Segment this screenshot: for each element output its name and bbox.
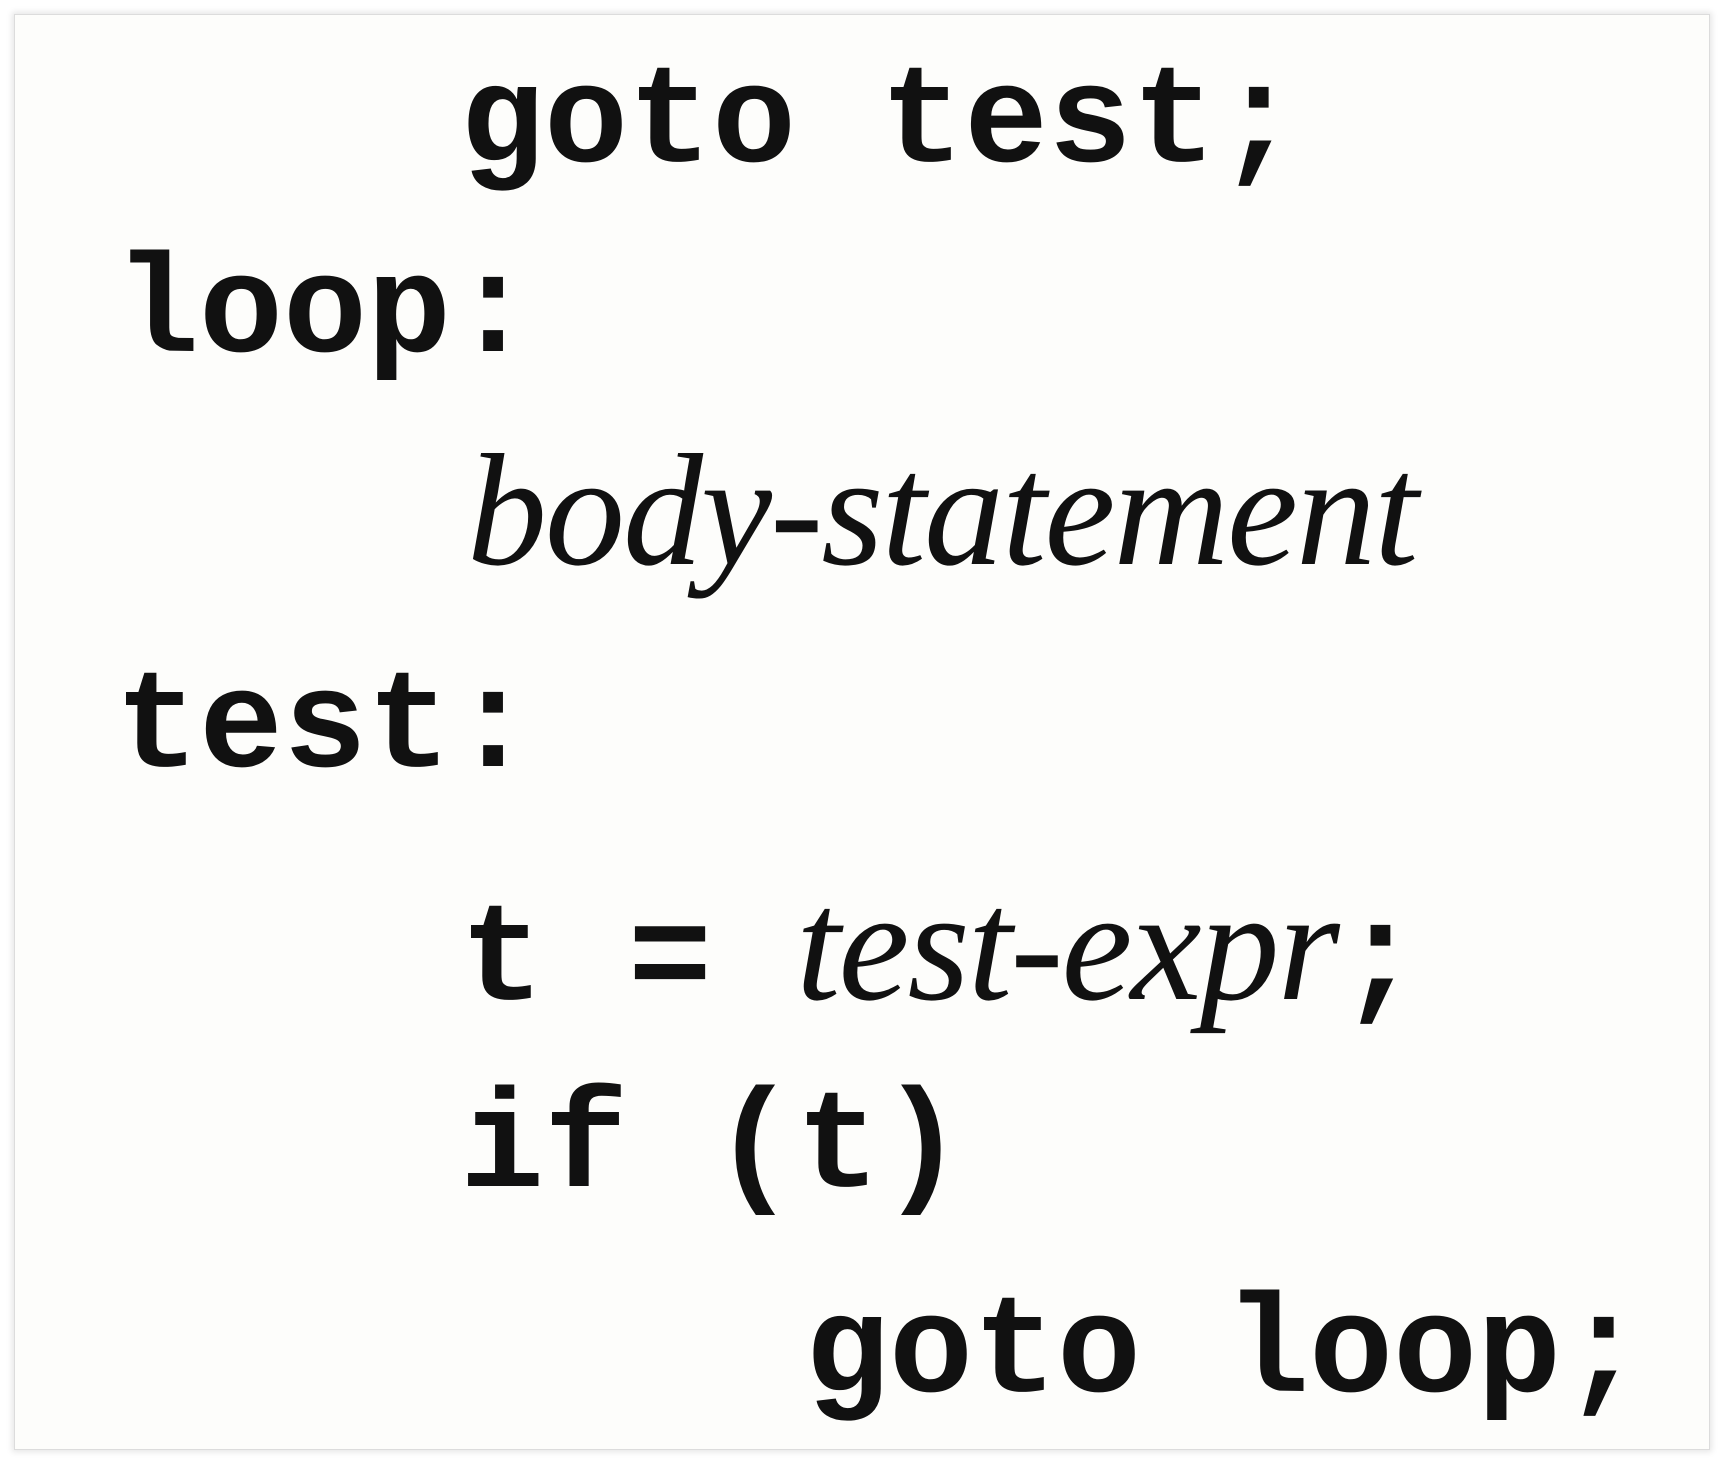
code-line-goto-test: goto test; — [460, 45, 1301, 204]
code-line-goto-loop: goto loop; — [805, 1275, 1646, 1434]
code-semicolon: ; — [1337, 883, 1422, 1042]
code-figure: goto test; loop: body-statement test: t … — [14, 14, 1710, 1450]
code-body-statement: body-statement — [467, 421, 1418, 599]
code-label-test: test: — [115, 650, 536, 809]
code-assign-prefix: t = — [460, 883, 797, 1042]
code-label-loop: loop: — [115, 235, 536, 394]
code-line-assign-test-expr: t = test-expr; — [460, 865, 1422, 1033]
code-line-if: if (t) — [460, 1070, 965, 1229]
code-test-expr: test-expr — [796, 856, 1340, 1034]
